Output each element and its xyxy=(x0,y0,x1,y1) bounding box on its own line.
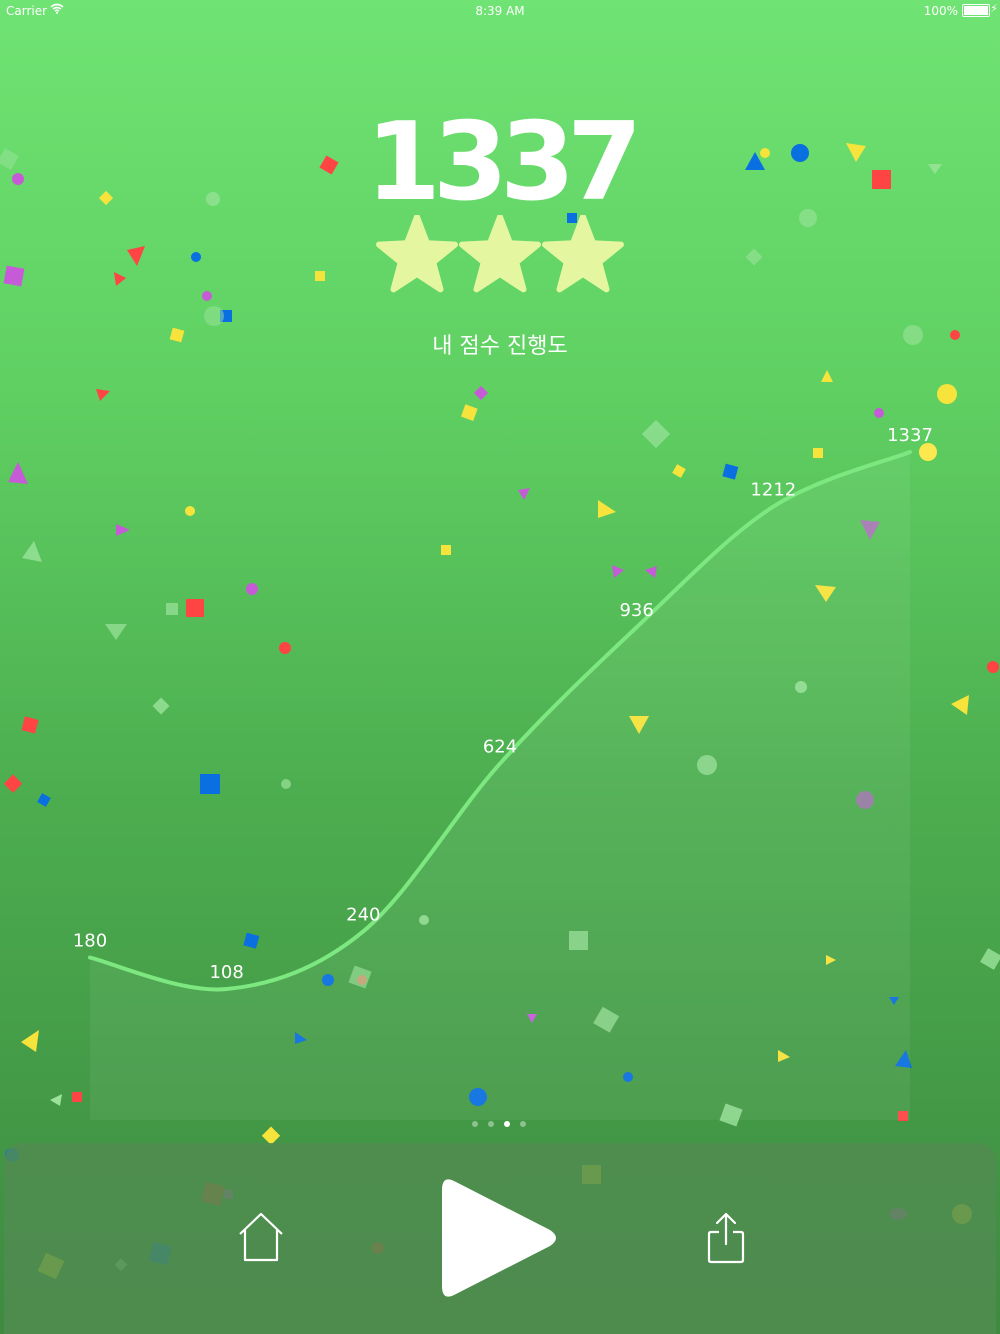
home-button[interactable] xyxy=(234,1210,288,1266)
data-label: 936 xyxy=(619,600,653,621)
chart-area xyxy=(90,452,910,1120)
home-icon xyxy=(239,1212,283,1262)
page-dot[interactable] xyxy=(488,1121,494,1127)
data-label: 180 xyxy=(73,931,107,952)
play-button[interactable] xyxy=(438,1170,562,1306)
data-label: 1212 xyxy=(750,480,796,501)
data-label: 624 xyxy=(483,737,517,758)
data-label: 108 xyxy=(209,962,243,983)
data-label: 240 xyxy=(346,904,380,925)
score-progress-chart: 180 108 240 624 936 1212 1337 xyxy=(73,425,937,1120)
data-label: 1337 xyxy=(887,425,933,446)
share-icon xyxy=(707,1212,745,1264)
share-button[interactable] xyxy=(704,1210,748,1266)
page-dot[interactable] xyxy=(520,1121,526,1127)
page-dot[interactable] xyxy=(472,1121,478,1127)
page-dot[interactable] xyxy=(504,1121,510,1127)
latest-score-point xyxy=(919,443,937,461)
page-indicator[interactable] xyxy=(472,1121,532,1131)
play-icon xyxy=(442,1179,556,1297)
